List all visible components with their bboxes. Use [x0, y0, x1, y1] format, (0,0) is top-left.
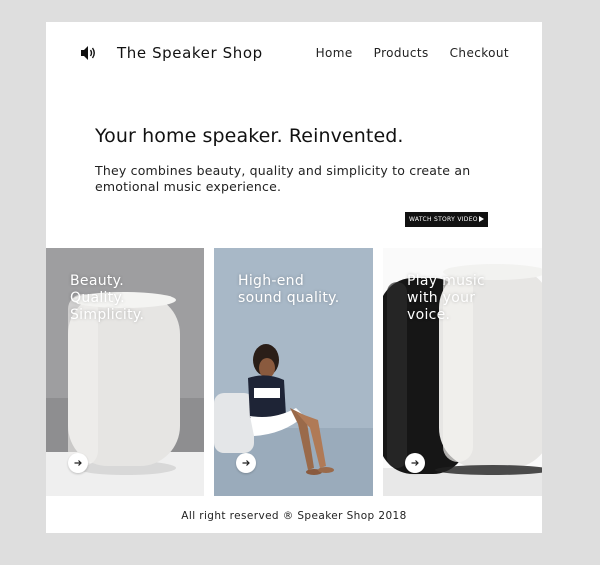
tile-caption-line: Quality. [70, 290, 125, 306]
tile-caption-line: Simplicity. [70, 307, 145, 323]
hero-description: They combines beauty, quality and simpli… [95, 163, 471, 194]
nav-products-link[interactable]: Products [374, 46, 429, 60]
product-tile-beauty[interactable]: Beauty. Quality. Simplicity. [46, 248, 204, 496]
tile-caption-line: High-end [238, 273, 305, 289]
arrow-right-icon [242, 460, 250, 466]
watch-story-video-label: WATCH STORY VIDEO [409, 216, 478, 223]
tile-caption-line: with your [407, 290, 476, 306]
page-card: The Speaker Shop Home Products Checkout … [46, 22, 542, 533]
tile-sound-quality-arrow-button[interactable] [236, 453, 256, 473]
main-nav: Home Products Checkout [316, 46, 509, 60]
tile-caption-line: voice. [407, 307, 451, 323]
product-tile-voice[interactable]: Play music with your voice. [383, 248, 542, 496]
nav-checkout-link[interactable]: Checkout [450, 46, 509, 60]
tile-beauty-caption: Beauty. Quality. Simplicity. [70, 273, 190, 324]
product-tile-sound-quality[interactable]: High-end sound quality. [214, 248, 373, 496]
play-triangle-icon [479, 216, 484, 222]
arrow-right-icon [74, 460, 82, 466]
watch-story-video-button[interactable]: WATCH STORY VIDEO [405, 212, 488, 227]
speaker-volume-icon [81, 46, 95, 60]
brand-title[interactable]: The Speaker Shop [117, 44, 263, 62]
tile-sound-quality-caption: High-end sound quality. [238, 273, 358, 307]
tile-caption-line: Beauty. [70, 273, 124, 289]
footer-copyright: All right reserved ® Speaker Shop 2018 [181, 510, 407, 522]
nav-home-link[interactable]: Home [316, 46, 353, 60]
hero-title: Your home speaker. Reinvented. [95, 125, 404, 147]
tile-caption-line: sound quality. [238, 290, 340, 306]
arrow-right-icon [411, 460, 419, 466]
tile-voice-caption: Play music with your voice. [407, 273, 527, 324]
tile-caption-line: Play music [407, 273, 486, 289]
tile-voice-arrow-button[interactable] [405, 453, 425, 473]
tile-beauty-arrow-button[interactable] [68, 453, 88, 473]
